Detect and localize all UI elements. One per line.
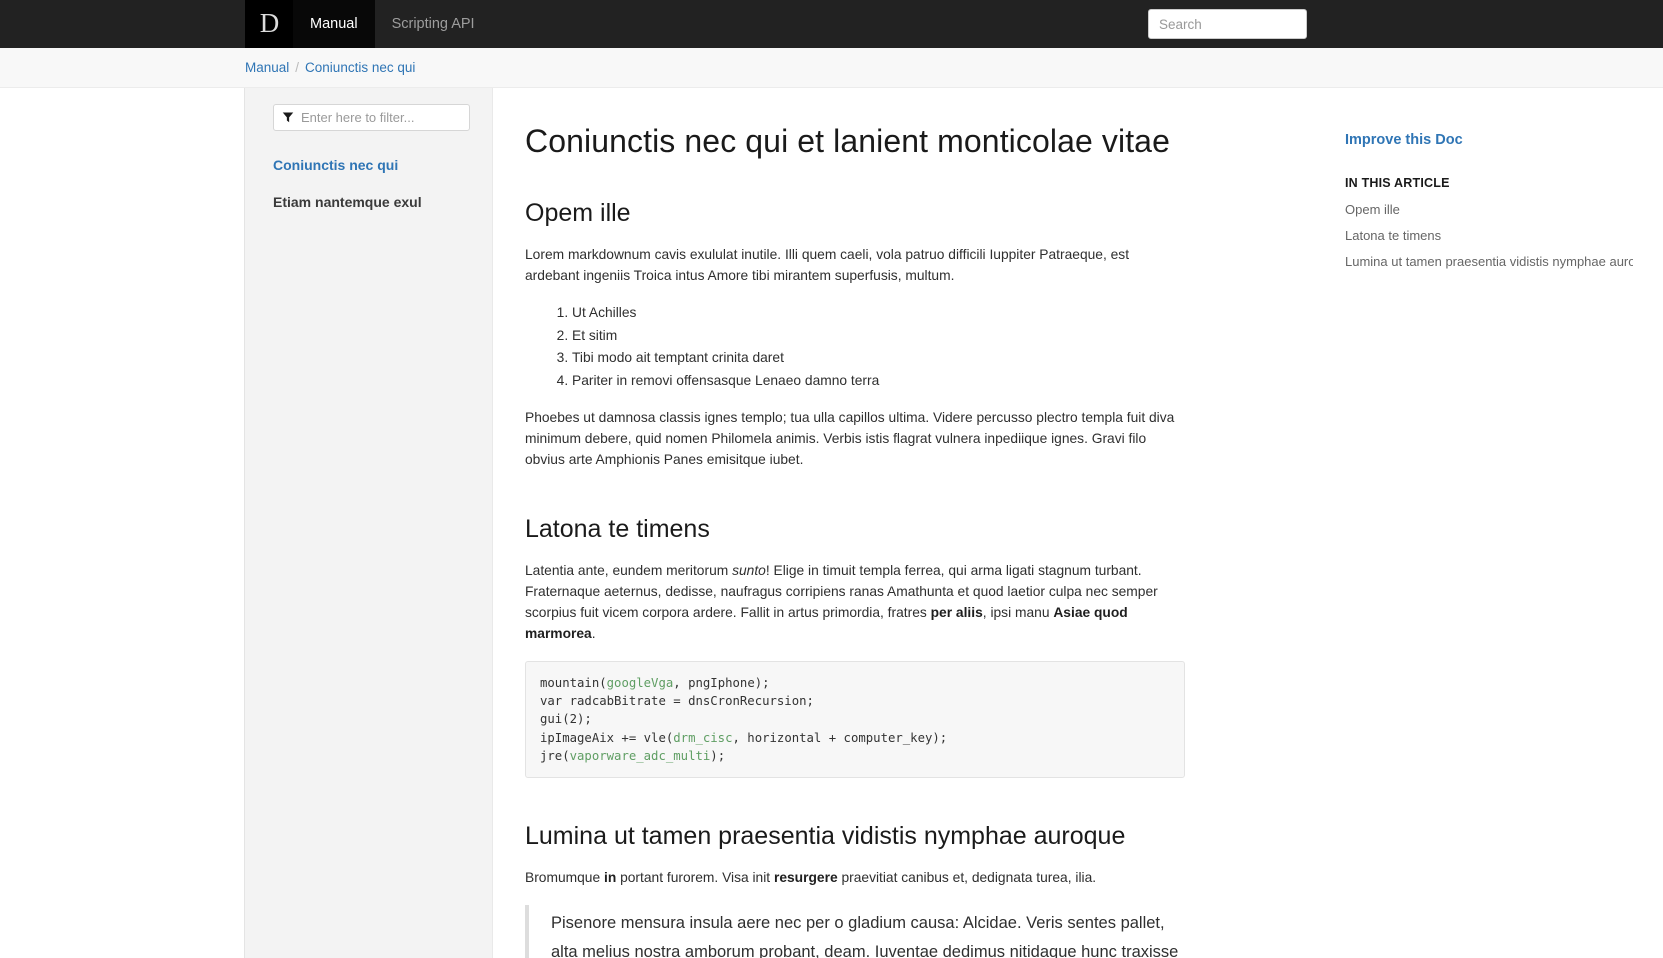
- list-item: Etiam nantemque exul: [273, 194, 472, 212]
- search-input[interactable]: [1148, 9, 1307, 39]
- page-body: Coniunctis nec qui Etiam nantemque exul …: [0, 88, 1663, 958]
- affix-link-latona-te-timens[interactable]: Latona te timens: [1345, 228, 1633, 243]
- top-navbar: D Manual Scripting API: [0, 0, 1663, 48]
- code-line: jre(vaporware_adc_multi);: [540, 749, 725, 763]
- list-item: Tibi modo ait temptant crinita daret: [572, 348, 1185, 369]
- code-text: var radcabBitrate = dnsCronRecursion;: [540, 694, 814, 709]
- affix-link-lumina-ut-tamen[interactable]: Lumina ut tamen praesentia vidistis nymp…: [1345, 254, 1633, 269]
- list-item: Opem ille: [1345, 202, 1633, 217]
- blockquote-text: Pisenore mensura insula aere nec per o g…: [551, 909, 1185, 958]
- sidebar-toc: Coniunctis nec qui Etiam nantemque exul: [245, 88, 492, 958]
- paragraph: Lorem markdownum cavis exululat inutile.…: [525, 247, 1130, 284]
- navbar-search[interactable]: [1148, 9, 1307, 39]
- article-column: Coniunctis nec qui et lanient monticolae…: [492, 88, 1333, 958]
- page-title: Coniunctis nec qui et lanient monticolae…: [525, 123, 1170, 159]
- text-fragment: Pisenore mensura insula aere nec per o g…: [551, 914, 1179, 958]
- code-line: mountain(googleVga, pngIphone);: [540, 676, 770, 690]
- nav-item-manual-label: Manual: [310, 16, 358, 32]
- ordered-list: Ut Achilles Et sitim Tibi modo ait tempt…: [525, 303, 1185, 392]
- code-line: var radcabBitrate = dnsCronRecursion;: [540, 694, 814, 708]
- code-text: , pngIphone);: [673, 676, 770, 691]
- docfx-logo-icon: D: [259, 7, 279, 38]
- left-gutter: [0, 88, 245, 958]
- paragraph: Phoebes ut damnosa classis ignes templo;…: [525, 409, 1175, 467]
- list-item: Lumina ut tamen praesentia vidistis nymp…: [1345, 254, 1633, 269]
- emphasis-text: sunto: [732, 563, 766, 579]
- blockquote: Pisenore mensura insula aere nec per o g…: [525, 905, 1185, 958]
- list-item: Ut Achilles: [572, 303, 1185, 324]
- in-this-article-list: Opem ille Latona te timens Lumina ut tam…: [1345, 202, 1633, 269]
- text-fragment: Bromumque: [525, 870, 604, 886]
- list-item: Coniunctis nec qui: [273, 157, 472, 175]
- code-text: ipImageAix += vle(: [540, 730, 674, 745]
- code-block: mountain(googleVga, pngIphone); var radc…: [525, 661, 1185, 778]
- list-item: Et sitim: [572, 326, 1185, 347]
- sidebar-filter-input[interactable]: [273, 104, 470, 131]
- code-identifier: googleVga: [606, 676, 674, 691]
- nav-item-scripting-api[interactable]: Scripting API: [375, 0, 492, 48]
- nav-item-manual[interactable]: Manual: [293, 0, 375, 48]
- breadcrumb-separator: /: [295, 60, 300, 75]
- paragraph: Latentia ante, eundem meritorum sunto! E…: [525, 561, 1185, 645]
- code-content: mountain(googleVga, pngIphone); var radc…: [540, 676, 947, 763]
- code-line: gui(2);: [540, 712, 592, 726]
- code-identifier: drm_cisc: [673, 730, 733, 745]
- breadcrumb: Manual / Coniunctis nec qui: [0, 48, 1663, 88]
- nav-item-scripting-api-label: Scripting API: [391, 16, 475, 32]
- breadcrumb-item-current[interactable]: Coniunctis nec qui: [305, 60, 415, 75]
- in-this-article-heading: IN THIS ARTICLE: [1345, 176, 1450, 190]
- brand-home-link[interactable]: D: [245, 0, 293, 48]
- sidebar-item-list: Coniunctis nec qui Etiam nantemque exul: [273, 157, 472, 212]
- navbar-items: Manual Scripting API: [293, 0, 492, 48]
- section-heading-lumina-ut-tamen: Lumina ut tamen praesentia vidistis nymp…: [525, 821, 1126, 850]
- code-identifier: vaporware_adc_multi: [569, 748, 711, 763]
- sidebar-item-coniunctis-nec-qui[interactable]: Coniunctis nec qui: [273, 157, 398, 173]
- breadcrumb-item-manual[interactable]: Manual: [245, 60, 289, 75]
- code-text: gui(2);: [540, 712, 592, 727]
- text-fragment: , ipsi manu: [982, 605, 1054, 621]
- strong-text: per aliis: [930, 605, 983, 621]
- code-text: mountain(: [540, 676, 607, 691]
- code-text: , horizontal + computer_key);: [732, 730, 948, 745]
- article-content: Coniunctis nec qui et lanient monticolae…: [525, 120, 1185, 958]
- improve-this-doc-link[interactable]: Improve this Doc: [1345, 132, 1633, 148]
- code-text: jre(: [540, 748, 570, 763]
- strong-text: in: [603, 870, 617, 886]
- section-heading-latona-te-timens: Latona te timens: [525, 514, 710, 543]
- paragraph: Bromumque in portant furorem. Visa init …: [525, 868, 1185, 889]
- text-fragment: .: [591, 626, 596, 642]
- text-fragment: praevitiat canibus et, dedignata turea, …: [837, 870, 1097, 886]
- list-item: Latona te timens: [1345, 228, 1633, 243]
- sidebar-filter[interactable]: [273, 104, 472, 131]
- text-fragment: Latentia ante, eundem meritorum: [525, 563, 733, 579]
- affix-column: Improve this Doc IN THIS ARTICLE Opem il…: [1333, 88, 1663, 958]
- code-text: );: [710, 748, 726, 763]
- affix-link-opem-ille[interactable]: Opem ille: [1345, 202, 1633, 217]
- section-heading-opem-ille: Opem ille: [525, 198, 631, 227]
- sidebar-item-etiam-nantemque-exul[interactable]: Etiam nantemque exul: [273, 194, 422, 210]
- list-item: Pariter in removi offensasque Lenaeo dam…: [572, 371, 1185, 392]
- code-line: ipImageAix += vle(drm_cisc, horizontal +…: [540, 731, 947, 745]
- strong-text: resurgere: [773, 870, 838, 886]
- text-fragment: portant furorem. Visa init: [616, 870, 774, 886]
